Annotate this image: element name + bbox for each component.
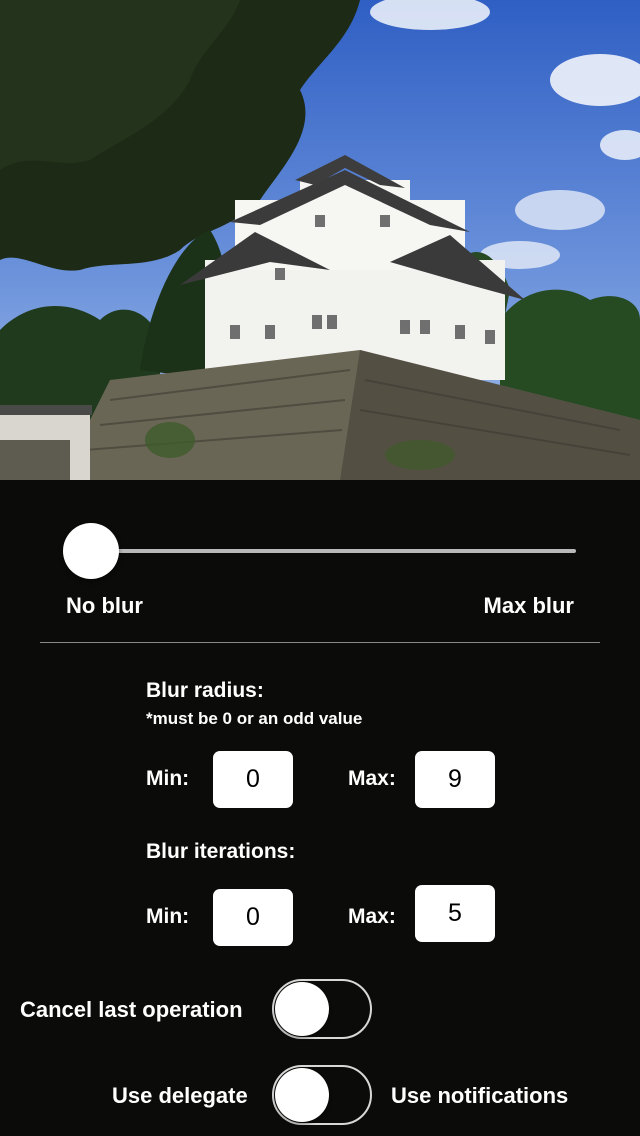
toggle-knob bbox=[275, 1068, 329, 1122]
iterations-max-label: Max: bbox=[348, 905, 396, 928]
radius-min-field[interactable]: 0 bbox=[213, 751, 293, 808]
slider-track[interactable] bbox=[90, 549, 576, 553]
cancel-last-operation-label: Cancel last operation bbox=[20, 997, 243, 1022]
iterations-min-label: Min: bbox=[146, 905, 190, 928]
iterations-max-field[interactable]: 5 bbox=[415, 885, 495, 942]
slider-thumb[interactable] bbox=[63, 523, 119, 579]
blurred-image-view bbox=[0, 0, 640, 480]
castle-photo bbox=[0, 0, 640, 480]
toggle-knob bbox=[275, 982, 329, 1036]
blur-radius-title: Blur radius: bbox=[146, 679, 264, 702]
iterations-min-field[interactable]: 0 bbox=[213, 889, 293, 946]
radius-min-label: Min: bbox=[146, 767, 190, 790]
no-blur-label: No blur bbox=[66, 593, 143, 618]
divider bbox=[40, 642, 600, 643]
blur-radius-note: *must be 0 or an odd value bbox=[146, 709, 363, 728]
delegate-notifications-toggle[interactable] bbox=[272, 1065, 372, 1125]
use-delegate-label: Use delegate bbox=[112, 1083, 248, 1108]
use-notifications-label: Use notifications bbox=[391, 1083, 569, 1108]
blur-iterations-title: Blur iterations: bbox=[146, 840, 296, 863]
cancel-last-operation-toggle[interactable] bbox=[272, 979, 372, 1039]
radius-max-field[interactable]: 9 bbox=[415, 751, 495, 808]
radius-max-label: Max: bbox=[348, 767, 396, 790]
max-blur-label: Max blur bbox=[483, 593, 574, 618]
